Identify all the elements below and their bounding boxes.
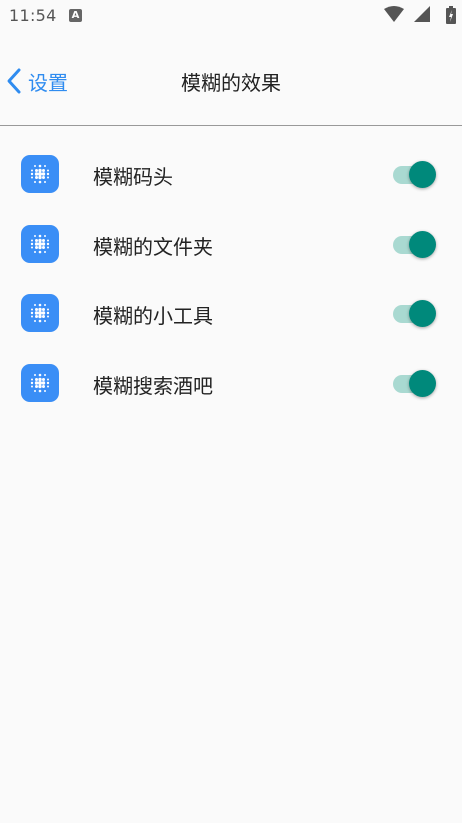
page-title: 模糊的效果 <box>181 71 281 95</box>
list-item-label: 模糊搜索酒吧 <box>93 373 213 398</box>
toggle-switch[interactable] <box>393 297 439 329</box>
toggle-thumb <box>409 300 436 327</box>
list-item-label: 模糊的文件夹 <box>93 234 213 259</box>
dot-grid-icon <box>21 224 59 263</box>
battery-charging-icon <box>446 6 456 24</box>
screen: 11:54 A 设置 模糊的效果 模糊码头 模糊的文件夹 模糊的小工具 模糊搜索… <box>0 0 462 823</box>
status-time: 11:54 <box>9 6 57 25</box>
list-item-blur-folder[interactable]: 模糊的文件夹 <box>0 209 462 279</box>
list-item-blur-dock[interactable]: 模糊码头 <box>0 139 462 209</box>
list-item-label: 模糊的小工具 <box>93 304 213 328</box>
toggle-switch[interactable] <box>393 158 439 190</box>
cell-signal-icon <box>414 6 430 22</box>
toolbar-divider <box>0 125 462 126</box>
list-item-blur-search-bar[interactable]: 模糊搜索酒吧 <box>0 348 462 418</box>
dot-grid-glyph <box>30 303 50 323</box>
status-bar: 11:54 A <box>0 0 462 32</box>
toggle-thumb <box>409 369 436 397</box>
dot-grid-glyph <box>30 373 50 392</box>
dot-grid-icon <box>21 363 59 402</box>
dot-grid-icon <box>21 294 59 332</box>
toggle-thumb <box>409 230 436 258</box>
dot-grid-icon <box>21 155 59 193</box>
toolbar: 设置 模糊的效果 <box>0 32 462 125</box>
dot-grid-glyph <box>30 164 50 184</box>
list-item-label: 模糊码头 <box>93 165 173 189</box>
wifi-icon <box>384 6 404 22</box>
notification-a-icon: A <box>69 9 82 22</box>
dot-grid-glyph <box>30 234 50 253</box>
list-item-blur-widgets[interactable]: 模糊的小工具 <box>0 278 462 348</box>
settings-list: 模糊码头 模糊的文件夹 模糊的小工具 模糊搜索酒吧 <box>0 139 462 417</box>
toggle-switch[interactable] <box>393 367 439 399</box>
toggle-switch[interactable] <box>393 228 439 260</box>
toggle-thumb <box>409 161 436 188</box>
